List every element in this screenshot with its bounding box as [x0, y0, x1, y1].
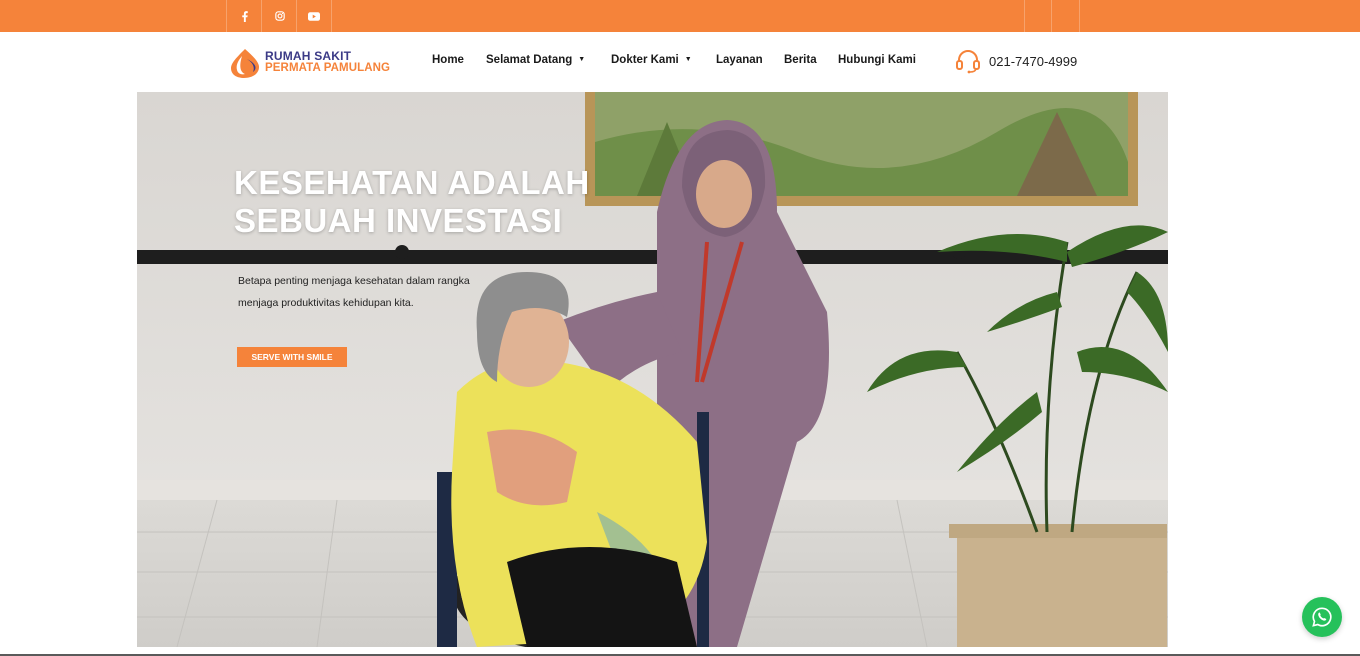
nav-berita[interactable]: Berita — [784, 54, 817, 66]
phone-number: 021-7470-4999 — [989, 53, 1078, 69]
hospital-logo[interactable]: RUMAH SAKIT PERMATA PAMULANG — [227, 46, 397, 80]
nav-selamat-datang-label: Selamat Datang — [486, 54, 573, 66]
hero-title: KESEHATAN ADALAH SEBUAH INVESTASI — [234, 164, 590, 240]
hero-title-line-2: SEBUAH INVESTASI — [234, 202, 563, 239]
headset-icon — [956, 50, 980, 74]
nav-dokter-kami[interactable]: Dokter Kami ▼ — [611, 54, 692, 66]
serve-with-smile-button[interactable]: SERVE WITH SMILE — [237, 347, 347, 367]
facebook-icon[interactable] — [226, 0, 262, 32]
instagram-icon[interactable] — [261, 0, 297, 32]
top-divider — [1079, 0, 1080, 32]
nav-hubungi-kami[interactable]: Hubungi Kami — [838, 54, 916, 66]
nav-layanan-label: Layanan — [716, 54, 763, 66]
top-bar — [0, 0, 1360, 32]
logo-drop-icon — [231, 49, 259, 78]
caret-down-icon: ▼ — [578, 56, 586, 64]
logo-line-1: RUMAH SAKIT — [265, 49, 352, 63]
phone-contact[interactable]: 021-7470-4999 — [955, 46, 1077, 76]
nav-berita-label: Berita — [784, 54, 817, 66]
whatsapp-button[interactable] — [1302, 597, 1342, 637]
hero-title-line-1: KESEHATAN ADALAH — [234, 164, 590, 201]
nav-hubungi-kami-label: Hubungi Kami — [838, 54, 916, 66]
top-divider — [1024, 0, 1025, 32]
whatsapp-icon — [1312, 607, 1332, 627]
nav-layanan[interactable]: Layanan — [716, 54, 763, 66]
nav-home[interactable]: Home — [432, 54, 464, 66]
hero-subtitle: Betapa penting menjaga kesehatan dalam r… — [238, 275, 470, 309]
nav-dokter-kami-label: Dokter Kami — [611, 54, 679, 66]
caret-down-icon: ▼ — [684, 56, 692, 64]
hero-banner: KESEHATAN ADALAH SEBUAH INVESTASI Betapa… — [137, 92, 1168, 647]
nav-selamat-datang[interactable]: Selamat Datang ▼ — [486, 54, 585, 66]
youtube-icon[interactable] — [296, 0, 332, 32]
main-navbar: RUMAH SAKIT PERMATA PAMULANG Home Selama… — [0, 32, 1360, 92]
top-divider — [1051, 0, 1052, 32]
nav-home-label: Home — [432, 54, 464, 66]
logo-line-2: PERMATA PAMULANG — [265, 62, 391, 74]
